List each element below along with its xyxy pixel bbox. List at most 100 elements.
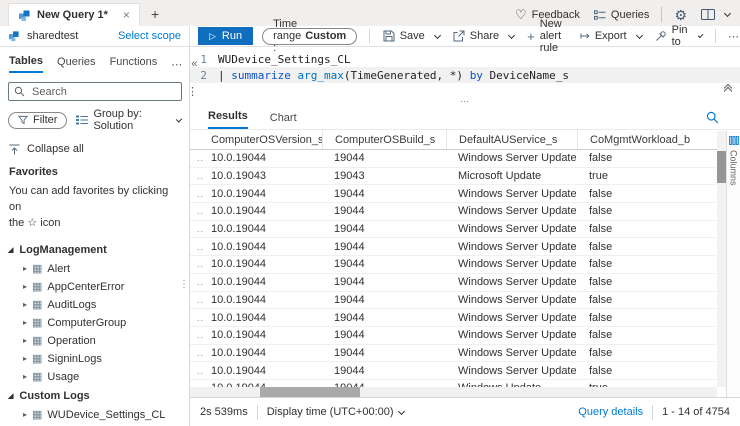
tree-item[interactable]: ▸ ▦ WUDevice_Settings_CL	[0, 406, 189, 424]
layout-menu-button[interactable]	[701, 9, 732, 20]
time-range-picker[interactable]: Time range : Custom	[262, 18, 358, 54]
columns-side-panel-tab[interactable]: Columns	[726, 131, 740, 397]
table-row[interactable]: .. 10.0.19044 19044 Windows Server Updat…	[190, 203, 717, 221]
tree-item[interactable]: ▸ ▦ ComputerGroup	[0, 314, 189, 332]
filter-button[interactable]: Filter	[8, 111, 68, 129]
search-icon	[14, 86, 25, 97]
tree-item[interactable]: ▸ ▦ AppCenterError	[0, 278, 189, 296]
group-by-selector[interactable]: Group by: Solution	[76, 108, 183, 132]
results-search-button[interactable]	[706, 111, 719, 124]
table-icon: ▦	[32, 298, 43, 311]
row-expand-chevron[interactable]: ..	[190, 348, 210, 358]
row-expand-chevron[interactable]: ..	[190, 259, 210, 269]
collapse-all-button[interactable]: Collapse all	[9, 143, 181, 155]
cell-comgmt-workload: false	[589, 311, 613, 324]
table-row[interactable]: .. 10.0.19044 19044 Windows Server Updat…	[190, 309, 717, 327]
table-row[interactable]: .. 10.0.19043 19043 Microsoft Update tru…	[190, 168, 717, 186]
tab-title: New Query 1*	[37, 9, 108, 21]
tab-tables[interactable]: Tables	[9, 55, 44, 73]
save-button[interactable]: Save	[383, 30, 441, 42]
column-header[interactable]: ComputerOSVersion_s ⋯	[210, 130, 322, 149]
table-row[interactable]: .. 10.0.19044 19044 Windows Server Updat…	[190, 150, 717, 168]
table-row[interactable]: .. 10.0.19044 19044 Windows Server Updat…	[190, 345, 717, 363]
table-row[interactable]: .. 10.0.19044 19044 Windows Server Updat…	[190, 256, 717, 274]
more-commands-button[interactable]: ⋯	[728, 30, 740, 43]
row-expand-chevron[interactable]: ..	[190, 313, 210, 323]
query-details-link[interactable]: Query details	[578, 406, 643, 418]
scrollbar-thumb[interactable]	[260, 387, 360, 397]
collapse-editor-button[interactable]	[723, 83, 733, 96]
cell-computer-os-build: 19044	[334, 311, 365, 324]
row-expand-chevron[interactable]: ..	[190, 189, 210, 199]
sidebar-resize-handle[interactable]: ⋮	[179, 279, 189, 290]
tab-functions[interactable]: Functions	[110, 56, 158, 72]
tab-chart[interactable]: Chart	[270, 112, 297, 129]
share-icon	[453, 30, 465, 42]
row-expand-chevron[interactable]: ..	[190, 277, 210, 287]
tab-results[interactable]: Results	[208, 110, 248, 129]
editor-line-active[interactable]: 2 | summarize arg_max (TimeGenerated, *) …	[190, 67, 740, 83]
cell-computer-os-version: 10.0.19044	[211, 223, 267, 236]
horizontal-scrollbar[interactable]	[190, 387, 717, 397]
table-row[interactable]: .. 10.0.19044 19044 Windows Server Updat…	[190, 274, 717, 292]
editor-results-splitter[interactable]: ⋯	[190, 96, 740, 106]
cell-computer-os-version: 10.0.19044	[211, 258, 267, 271]
chevron-down-icon	[397, 407, 405, 415]
table-row[interactable]: .. 10.0.19044 19044 Windows Server Updat…	[190, 362, 717, 380]
table-row[interactable]: .. 10.0.19044 19044 Windows Server Updat…	[190, 292, 717, 310]
new-tab-button[interactable]: +	[151, 6, 159, 22]
tree-item[interactable]: ▸ ▦ Usage	[0, 368, 189, 386]
column-header[interactable]: CoMgmtWorkload_b	[577, 130, 717, 149]
export-button[interactable]: ↦ Export	[580, 30, 643, 42]
search-box[interactable]	[8, 82, 182, 101]
column-header[interactable]: ComputerOSBuild_s	[322, 130, 446, 149]
table-row[interactable]: .. 10.0.19044 19044 Windows Server Updat…	[190, 221, 717, 239]
row-expand-chevron[interactable]: ..	[190, 206, 210, 216]
row-expand-chevron[interactable]: ..	[190, 330, 210, 340]
tree-item[interactable]: ▸ ▦ Alert	[0, 260, 189, 278]
editor-line[interactable]: 1 WUDevice_Settings_CL	[190, 51, 740, 67]
tree-item[interactable]: ▸ ▦ SigninLogs	[0, 350, 189, 368]
play-icon: ▷	[209, 30, 216, 41]
cell-computer-os-version: 10.0.19044	[211, 364, 267, 377]
row-expand-chevron[interactable]: ..	[190, 224, 210, 234]
pin-to-button[interactable]: Pin to	[655, 24, 704, 48]
tree-group[interactable]: ◢ Custom Logs	[0, 386, 189, 406]
query-editor[interactable]: 1 WUDevice_Settings_CL 2 | summarize arg…	[190, 47, 740, 97]
display-time-selector[interactable]: Display time (UTC+00:00)	[267, 406, 405, 418]
close-icon[interactable]: ×	[123, 8, 130, 22]
tree-group[interactable]: ◢ LogManagement	[0, 240, 189, 260]
gear-icon[interactable]: ⚙	[674, 8, 687, 22]
tree-item[interactable]: ▸ ▦ AuditLogs	[0, 296, 189, 314]
table-row[interactable]: .. 10.0.19044 19044 Windows Server Updat…	[190, 327, 717, 345]
table-row[interactable]: .. 10.0.19044 19044 Windows Server Updat…	[190, 185, 717, 204]
query-tab[interactable]: New Query 1* ×	[8, 3, 140, 26]
share-button[interactable]: Share	[453, 30, 516, 42]
more-tabs-button[interactable]: ⋯	[171, 58, 182, 71]
code-keyword: summarize	[231, 68, 291, 82]
vertical-scrollbar[interactable]	[717, 131, 726, 387]
cell-comgmt-workload: false	[589, 152, 613, 165]
tree-collapsed-icon: ▸	[23, 372, 28, 382]
table-row[interactable]: .. 10.0.19044 19044 Windows Update true	[190, 380, 717, 387]
tab-queries[interactable]: Queries	[57, 56, 96, 72]
select-scope-link[interactable]: Select scope	[118, 30, 181, 42]
sidebar-tabs: Tables Queries Functions ⋯ «	[0, 53, 197, 75]
row-expand-chevron[interactable]: ..	[190, 242, 210, 252]
table-row[interactable]: .. 10.0.19044 19044 Windows Server Updat…	[190, 238, 717, 257]
queries-button[interactable]: Queries	[593, 9, 649, 21]
tree-item[interactable]: ▸ ▦ Operation	[0, 332, 189, 350]
row-expand-chevron[interactable]: ..	[190, 366, 210, 376]
schema-sidebar: Tables Queries Functions ⋯ « ⋮ Fil	[0, 47, 198, 426]
row-expand-chevron[interactable]: ..	[190, 171, 210, 181]
column-header[interactable]: DefaultAUService_s	[446, 130, 577, 149]
run-button[interactable]: ▷ Run	[198, 27, 254, 45]
query-duration: 2s 539ms	[200, 406, 248, 418]
scrollbar-thumb[interactable]	[717, 151, 726, 183]
group-by-icon	[76, 115, 89, 125]
row-expand-chevron[interactable]: ..	[190, 295, 210, 305]
plus-icon: +	[527, 28, 535, 44]
pin-to-label: Pin to	[671, 24, 688, 48]
row-expand-chevron[interactable]: ..	[190, 153, 210, 163]
search-input[interactable]	[30, 84, 176, 99]
